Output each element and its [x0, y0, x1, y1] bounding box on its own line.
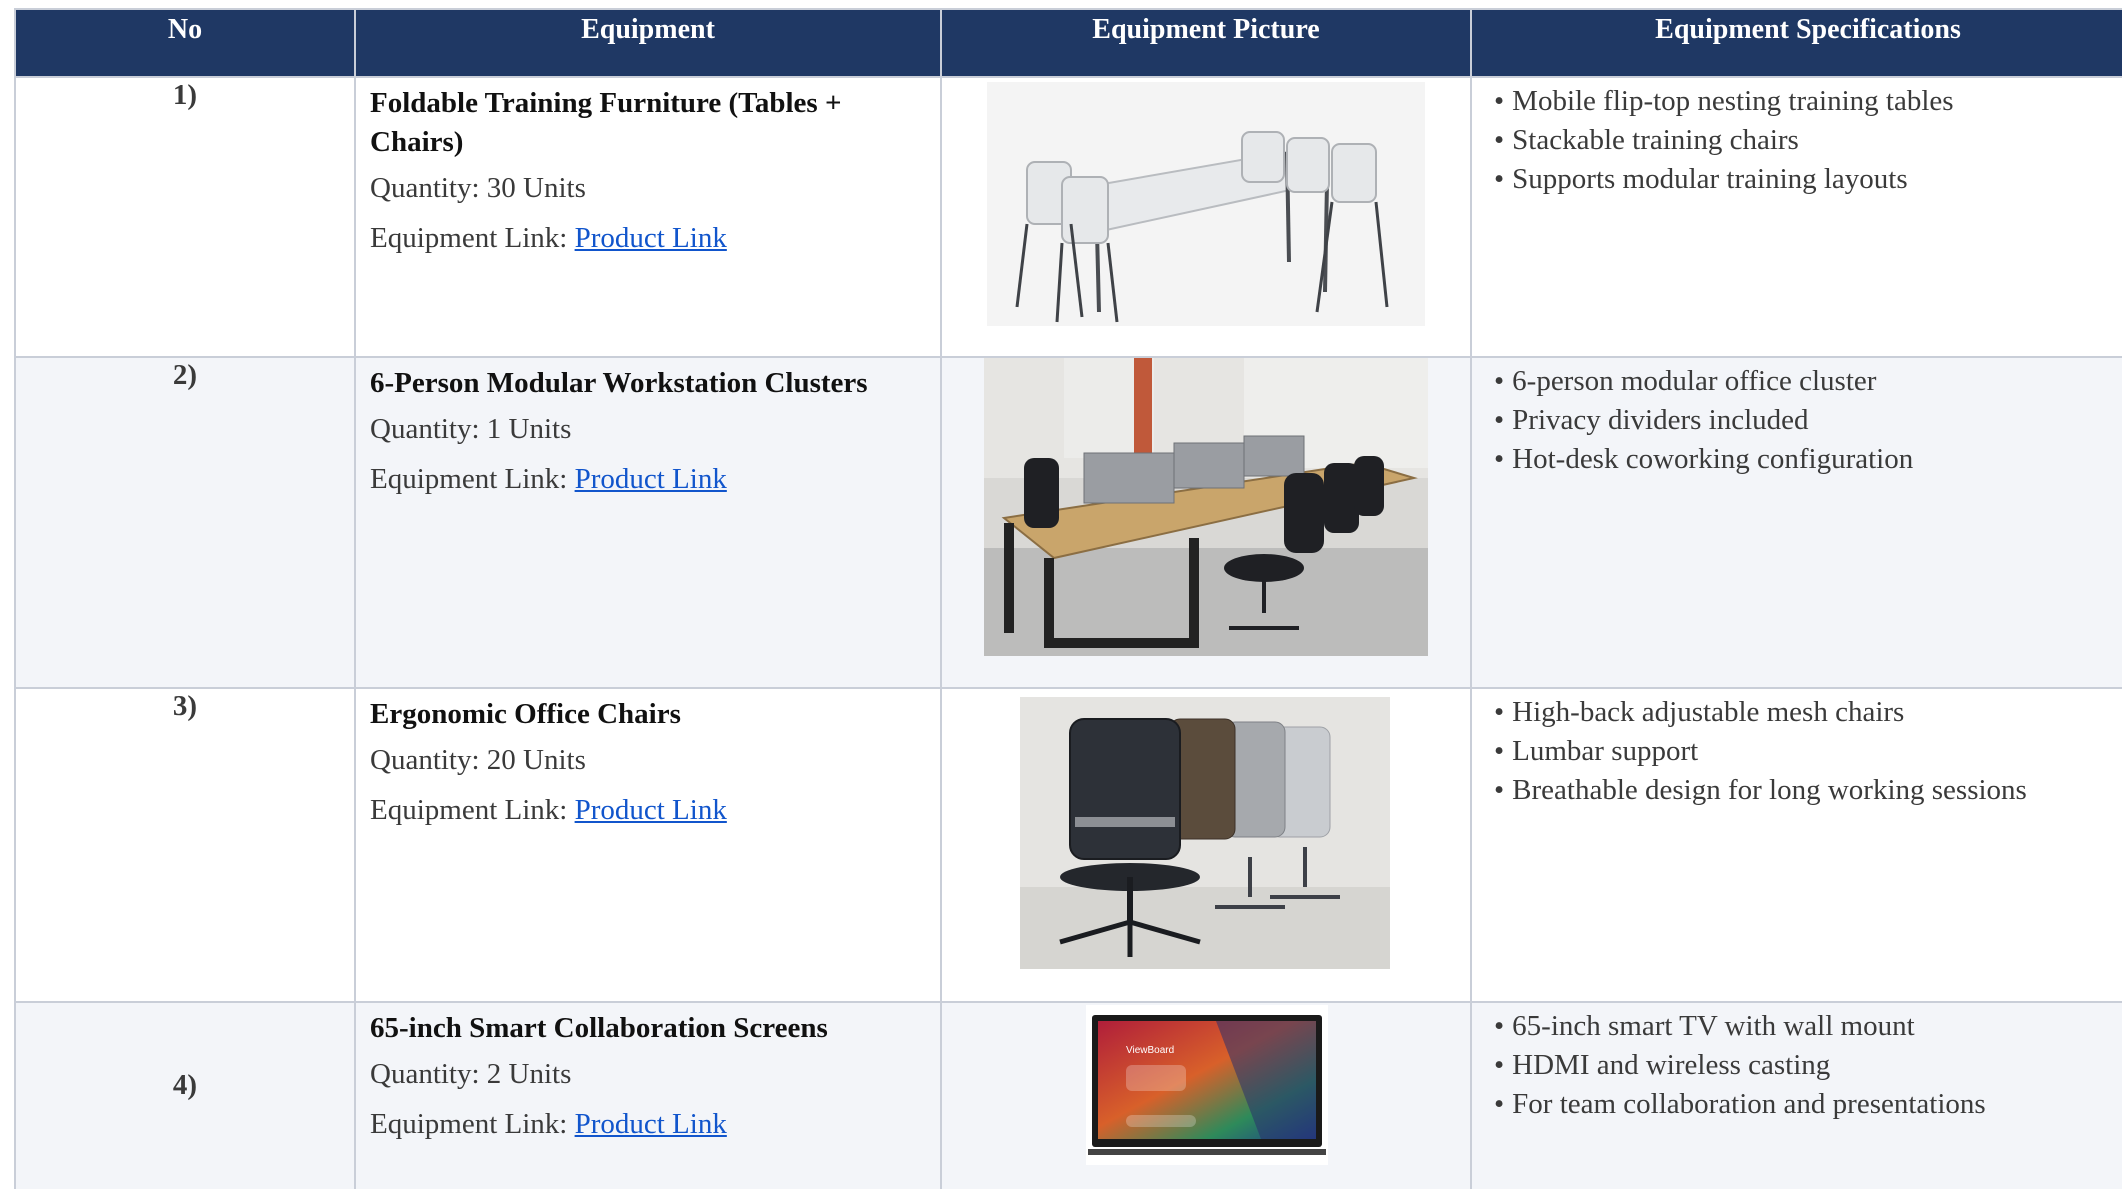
picture-cell [940, 76, 1472, 358]
link-label: Equipment Link: [370, 222, 575, 254]
equipment-name: 6-Person Modular Workstation Clusters [370, 367, 868, 399]
table-row: 1) Foldable Training Furniture (Tables +… [14, 76, 2122, 358]
row-number: 3) [14, 687, 356, 1003]
spec-item: Privacy dividers included [1494, 401, 2122, 440]
equipment-cell: Foldable Training Furniture (Tables + Ch… [354, 76, 942, 358]
equipment-link-line: Equipment Link: Product Link [370, 1104, 926, 1144]
equipment-name-line2: Chairs) [370, 126, 464, 158]
header-specs: Equipment Specifications [1470, 8, 2122, 78]
equipment-link-line: Equipment Link: Product Link [370, 218, 926, 258]
quantity: Quantity: 1 Units [370, 413, 572, 445]
quantity: Quantity: 2 Units [370, 1058, 572, 1090]
spec-item: Lumbar support [1494, 732, 2122, 771]
spec-item: Hot-desk coworking configuration [1494, 440, 2122, 479]
spec-item: 6-person modular office cluster [1494, 362, 2122, 401]
product-link[interactable]: Product Link [575, 463, 727, 495]
specs-cell: Mobile flip-top nesting training tables … [1470, 76, 2122, 358]
product-link[interactable]: Product Link [575, 222, 727, 254]
equipment-name-line1: Foldable Training Furniture (Tables + [370, 87, 842, 119]
table-row: 3) Ergonomic Office Chairs Quantity: 20 … [14, 687, 2122, 1003]
specs-cell: 65-inch smart TV with wall mount HDMI an… [1470, 1001, 2122, 1189]
table-row: 2) 6-Person Modular Workstation Clusters… [14, 356, 2122, 689]
header-no: No [14, 8, 356, 78]
quantity: Quantity: 30 Units [370, 172, 586, 204]
picture-cell [940, 356, 1472, 689]
page: No Equipment Equipment Picture Equipment… [0, 0, 2122, 1189]
header-picture: Equipment Picture [940, 8, 1472, 78]
picture-cell: ViewBoard [940, 1001, 1472, 1189]
spec-item: Mobile flip-top nesting training tables [1494, 82, 2122, 121]
header-equipment: Equipment [354, 8, 942, 78]
spec-item: HDMI and wireless casting [1494, 1046, 2122, 1085]
spec-item: 65-inch smart TV with wall mount [1494, 1007, 2122, 1046]
smart-screen-photo: ViewBoard [1086, 1005, 1328, 1165]
spec-item: Supports modular training layouts [1494, 160, 2122, 199]
row-number: 1) [14, 76, 356, 358]
equipment-name: Foldable Training Furniture (Tables + Ch… [370, 84, 926, 162]
specs-cell: High-back adjustable mesh chairs Lumbar … [1470, 687, 2122, 1003]
quantity: Quantity: 20 Units [370, 744, 586, 776]
equipment-name: 65-inch Smart Collaboration Screens [370, 1012, 828, 1044]
specs-cell: 6-person modular office cluster Privacy … [1470, 356, 2122, 689]
office-chairs-photo [1020, 697, 1390, 969]
row-number: 2) [14, 356, 356, 689]
spec-item: High-back adjustable mesh chairs [1494, 693, 2122, 732]
equipment-cell: 6-Person Modular Workstation Clusters Qu… [354, 356, 942, 689]
equipment-link-line: Equipment Link: Product Link [370, 459, 926, 499]
product-link[interactable]: Product Link [575, 794, 727, 826]
folding-table-chairs-photo [987, 82, 1425, 326]
spec-item: Stackable training chairs [1494, 121, 2122, 160]
equipment-cell: 65-inch Smart Collaboration Screens Quan… [354, 1001, 942, 1189]
equipment-cell: Ergonomic Office Chairs Quantity: 20 Uni… [354, 687, 942, 1003]
spec-item: For team collaboration and presentations [1494, 1085, 2122, 1124]
link-label: Equipment Link: [370, 1108, 575, 1140]
equipment-link-line: Equipment Link: Product Link [370, 790, 926, 830]
screen-brand-text: ViewBoard [1126, 1045, 1174, 1056]
workstation-cluster-photo [984, 358, 1428, 656]
link-label: Equipment Link: [370, 463, 575, 495]
header-row: No Equipment Equipment Picture Equipment… [14, 8, 2122, 78]
table-row: 4) 65-inch Smart Collaboration Screens Q… [14, 1001, 2122, 1189]
spec-item: Breathable design for long working sessi… [1494, 771, 2122, 810]
product-link[interactable]: Product Link [575, 1108, 727, 1140]
link-label: Equipment Link: [370, 794, 575, 826]
equipment-name: Ergonomic Office Chairs [370, 698, 681, 730]
equipment-table: No Equipment Equipment Picture Equipment… [14, 8, 2122, 1189]
picture-cell [940, 687, 1472, 1003]
row-number: 4) [14, 1001, 356, 1189]
